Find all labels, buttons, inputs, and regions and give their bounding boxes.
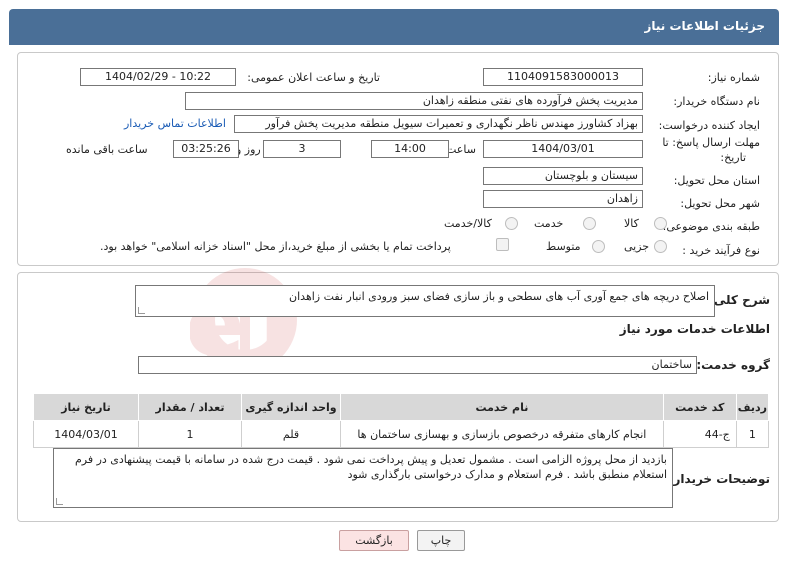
print-button[interactable]: چاپ	[417, 530, 465, 551]
page-header: جزئیات اطلاعات نیاز	[9, 9, 779, 45]
category-goods-service-label: کالا/خدمت	[444, 217, 492, 230]
cell-quantity: 1	[138, 420, 242, 448]
remaining-time-field: 03:25:26	[173, 140, 239, 158]
col-service-code: کد خدمت	[662, 393, 737, 421]
buyer-org-label: نام دستگاه خریدار:	[673, 95, 760, 108]
process-medium-radio[interactable]	[592, 240, 605, 253]
days-field: 3	[263, 140, 341, 158]
category-service-radio[interactable]	[583, 217, 596, 230]
time-label: ساعت	[446, 143, 476, 156]
service-group-field: ساختمان	[138, 356, 697, 374]
process-label: نوع فرآیند خرید :	[682, 244, 760, 257]
service-group-label: گروه خدمت:	[696, 358, 770, 372]
remaining-label: ساعت باقی مانده	[66, 143, 148, 156]
services-table-header: ردیف کد خدمت نام خدمت واحد اندازه گیری ت…	[33, 393, 770, 421]
buyer-org-field: مدیریت پخش فرآورده های نفتی منطقه زاهدان	[185, 92, 643, 110]
cell-row: 1	[735, 420, 770, 448]
buyer-notes-textarea: بازدید از محل پروژه الزامی است . مشمول ت…	[53, 448, 673, 508]
col-service-name: نام خدمت	[340, 393, 664, 421]
table-row: 1 ج-44 انجام کارهای متفرقه درخصوص بازساز…	[33, 420, 770, 448]
col-unit: واحد اندازه گیری	[241, 393, 341, 421]
category-service-label: خدمت	[534, 217, 564, 230]
buyer-contact-link[interactable]: اطلاعات تماس خریدار	[124, 117, 226, 130]
services-table: ردیف کد خدمت نام خدمت واحد اندازه گیری ت…	[33, 393, 770, 448]
deadline-date-field: 1404/03/01	[483, 140, 643, 158]
col-need-date: تاریخ نیاز	[33, 393, 139, 421]
services-section-title: اطلاعات خدمات مورد نیاز	[619, 322, 770, 336]
need-number-field: 1104091583000013	[483, 68, 643, 86]
creator-label: ایجاد کننده درخواست:	[658, 119, 760, 132]
need-number-label: شماره نیاز:	[707, 71, 760, 84]
treasury-payment-note: پرداخت تمام یا بخشی از مبلغ خرید،از محل …	[100, 240, 451, 253]
announce-field: 1404/02/29 - 10:22	[80, 68, 236, 86]
cell-unit: قلم	[241, 420, 341, 448]
creator-field: بهزاد کشاورز مهندس ناظر نگهداری و تعمیرا…	[234, 115, 643, 133]
deadline-label-date: تاریخ:	[720, 151, 746, 164]
process-partial-label: جزیی	[624, 240, 650, 253]
process-partial-radio[interactable]	[654, 240, 667, 253]
treasury-payment-checkbox[interactable]	[496, 238, 509, 251]
page-title: جزئیات اطلاعات نیاز	[644, 19, 765, 33]
buyer-notes-label: توضیحات خریدار:	[668, 472, 770, 486]
category-label: طبقه بندی موضوعی:	[662, 220, 760, 233]
announce-label: تاریخ و ساعت اعلان عمومی:	[247, 71, 380, 84]
province-label: استان محل تحویل:	[673, 174, 760, 187]
col-row: ردیف	[735, 393, 770, 421]
back-button[interactable]: بازگشت	[339, 530, 409, 551]
col-quantity: تعداد / مقدار	[138, 393, 242, 421]
category-goods-radio[interactable]	[654, 217, 667, 230]
category-goods-label: کالا	[624, 217, 639, 230]
deadline-label: مهلت ارسال پاسخ: تا	[662, 136, 760, 149]
cell-service-name: انجام کارهای متفرقه درخصوص بازسازی و بهس…	[340, 420, 664, 448]
days-label: روز و	[236, 143, 261, 156]
process-medium-label: متوسط	[546, 240, 581, 253]
summary-textarea: اصلاح دریچه های جمع آوری آب های سطحی و ب…	[135, 285, 715, 317]
city-label: شهر محل تحویل:	[680, 197, 760, 210]
cell-need-date: 1404/03/01	[33, 420, 139, 448]
category-goods-service-radio[interactable]	[505, 217, 518, 230]
cell-service-code: ج-44	[662, 420, 737, 448]
city-field: زاهدان	[483, 190, 643, 208]
deadline-time-field: 14:00	[371, 140, 449, 158]
province-field: سیستان و بلوچستان	[483, 167, 643, 185]
